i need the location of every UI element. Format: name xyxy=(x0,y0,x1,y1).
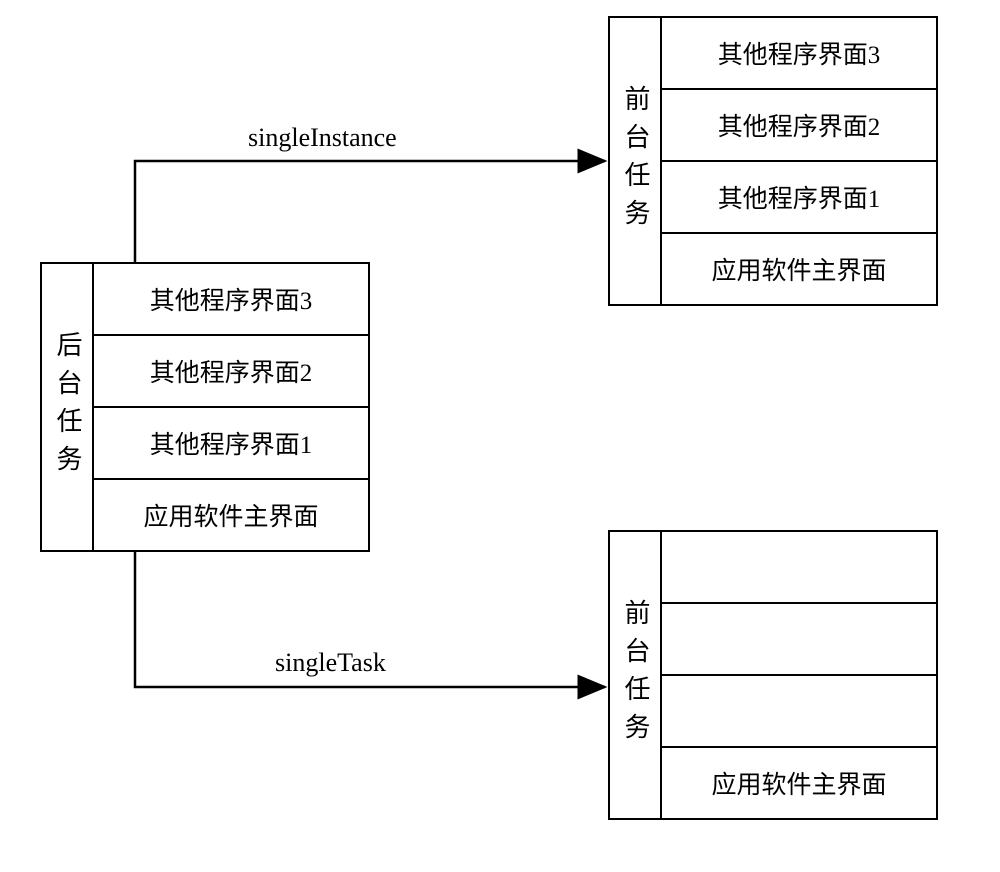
background-task-label: 后台任务 xyxy=(54,331,80,483)
stack-row: 应用软件主界面 xyxy=(662,748,936,818)
stack-row-empty xyxy=(662,604,936,676)
foreground-task-label: 前台任务 xyxy=(622,85,648,237)
background-task-label-col: 后台任务 xyxy=(42,264,94,550)
foreground-task-stack-top: 其他程序界面3 其他程序界面2 其他程序界面1 应用软件主界面 xyxy=(662,18,936,304)
arrow-label-bottom: singleTask xyxy=(275,648,386,678)
foreground-task-stack-bottom: 应用软件主界面 xyxy=(662,532,936,818)
stack-row: 应用软件主界面 xyxy=(662,234,936,304)
foreground-task-label: 前台任务 xyxy=(622,599,648,751)
stack-row-empty xyxy=(662,532,936,604)
stack-row: 其他程序界面2 xyxy=(662,90,936,162)
stack-row: 其他程序界面1 xyxy=(662,162,936,234)
foreground-task-label-col: 前台任务 xyxy=(610,532,662,818)
stack-row: 应用软件主界面 xyxy=(94,480,368,550)
background-task-stack: 其他程序界面3 其他程序界面2 其他程序界面1 应用软件主界面 xyxy=(94,264,368,550)
background-task-box: 后台任务 其他程序界面3 其他程序界面2 其他程序界面1 应用软件主界面 xyxy=(40,262,370,552)
foreground-task-label-col: 前台任务 xyxy=(610,18,662,304)
foreground-task-box-top: 前台任务 其他程序界面3 其他程序界面2 其他程序界面1 应用软件主界面 xyxy=(608,16,938,306)
arrow-label-top: singleInstance xyxy=(248,123,397,153)
stack-row: 其他程序界面3 xyxy=(94,264,368,336)
foreground-task-box-bottom: 前台任务 应用软件主界面 xyxy=(608,530,938,820)
stack-row: 其他程序界面3 xyxy=(662,18,936,90)
stack-row-empty xyxy=(662,676,936,748)
arrow-single-instance xyxy=(135,161,605,262)
stack-row: 其他程序界面2 xyxy=(94,336,368,408)
stack-row: 其他程序界面1 xyxy=(94,408,368,480)
